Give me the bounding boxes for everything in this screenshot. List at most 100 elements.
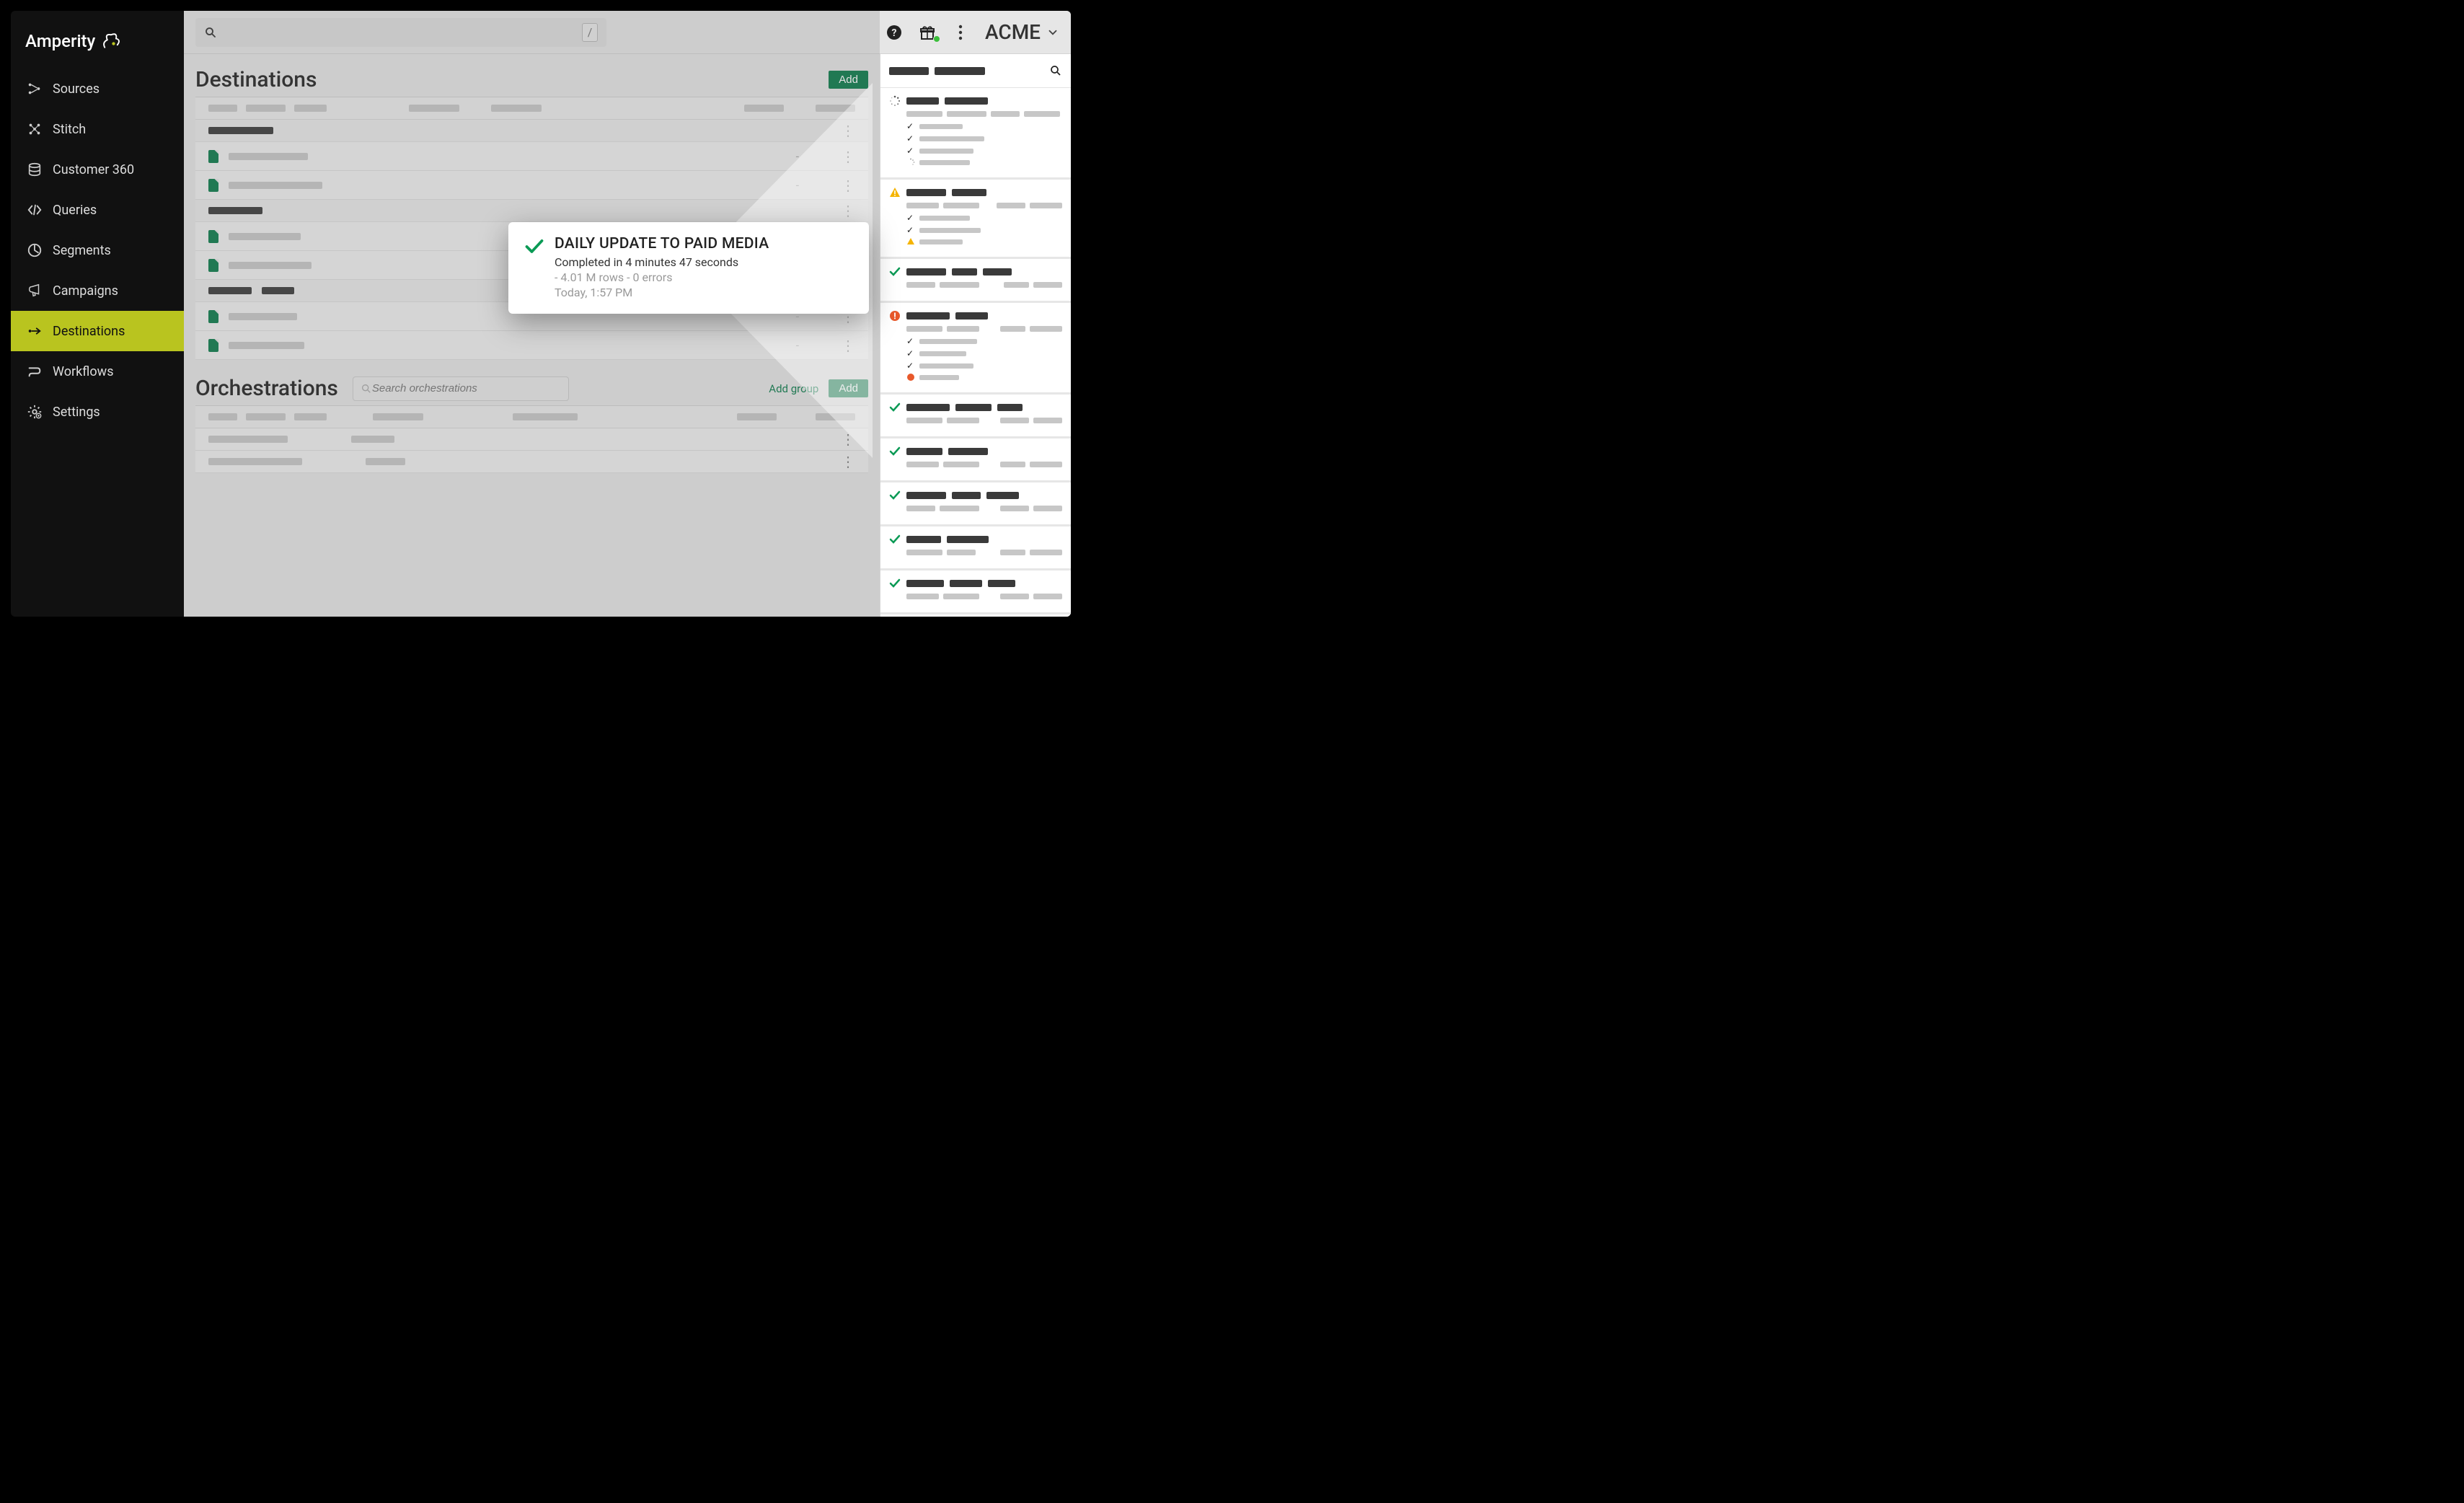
topbar-right: ? ACME	[886, 20, 1059, 44]
activity-card[interactable]	[880, 259, 1071, 303]
check-icon	[889, 446, 901, 457]
nav-label: Campaigns	[53, 283, 118, 299]
check-icon	[889, 490, 901, 501]
table-group-header[interactable]: ⋮	[195, 200, 868, 222]
campaigns-icon	[27, 283, 43, 299]
check-icon: ✓	[906, 146, 915, 156]
nav-label: Queries	[53, 203, 97, 218]
help-button[interactable]: ?	[886, 24, 903, 41]
brand-logo-icon	[101, 31, 121, 51]
check-icon: ✓	[906, 121, 915, 131]
activity-card[interactable]: ✓ ✓	[880, 180, 1071, 259]
file-icon	[208, 150, 218, 163]
add-destination-button[interactable]: Add	[829, 71, 868, 89]
gear-icon	[27, 404, 43, 420]
nav-label: Workflows	[53, 364, 114, 379]
sidebar: Amperity Sources Stitch Customer 360 Que…	[11, 11, 184, 617]
check-icon: ✓	[906, 361, 915, 371]
tenant-name: ACME	[985, 20, 1041, 44]
file-icon	[208, 259, 218, 272]
nav-settings[interactable]: Settings	[11, 392, 184, 432]
check-icon: ✓	[906, 225, 915, 235]
tenant-switcher[interactable]: ACME	[985, 20, 1059, 44]
file-icon	[208, 230, 218, 243]
check-icon: ✓	[906, 213, 915, 223]
database-icon	[27, 162, 43, 177]
brand: Amperity	[11, 24, 184, 69]
spinner-icon	[906, 158, 915, 167]
kebab-icon	[958, 25, 963, 40]
check-icon	[889, 266, 901, 278]
destinations-icon	[27, 323, 43, 339]
nav-customer-360[interactable]: Customer 360	[11, 149, 184, 190]
table-row[interactable]: ⋮	[195, 451, 868, 473]
table-group-header[interactable]: ⋮	[195, 120, 868, 142]
error-icon	[889, 310, 901, 322]
activity-panel: ✓ ✓ ✓ ✓ ✓	[880, 54, 1071, 617]
activity-card[interactable]: ✓ ✓ ✓	[880, 88, 1071, 180]
activity-detail-callout: DAILY UPDATE TO PAID MEDIA Completed in …	[508, 222, 869, 314]
workflows-icon	[27, 363, 43, 379]
chevron-down-icon	[1046, 26, 1059, 39]
activity-card[interactable]	[880, 526, 1071, 570]
code-icon	[27, 202, 43, 218]
content: Destinations Add	[184, 54, 1071, 617]
check-icon	[889, 534, 901, 545]
empty-cell: -	[796, 149, 799, 163]
activity-card[interactable]	[880, 395, 1071, 438]
app-shell: Amperity Sources Stitch Customer 360 Que…	[11, 11, 1071, 617]
topbar: / ? ACME	[184, 11, 1071, 54]
global-search[interactable]: /	[195, 18, 606, 47]
orchestrations-title: Orchestrations	[195, 376, 338, 401]
notification-dot	[933, 35, 940, 43]
table-row[interactable]: - ⋮	[195, 142, 868, 171]
orchestrations-header: Orchestrations Add group Add	[195, 376, 868, 401]
activity-card[interactable]	[880, 482, 1071, 526]
orchestrations-search[interactable]	[353, 376, 569, 401]
add-orchestration-button[interactable]: Add	[829, 379, 868, 397]
activity-card[interactable]	[880, 438, 1071, 482]
nav-label: Destinations	[53, 324, 125, 339]
activity-panel-header	[880, 54, 1071, 88]
nav-campaigns[interactable]: Campaigns	[11, 270, 184, 311]
search-icon	[361, 383, 372, 395]
nav-stitch[interactable]: Stitch	[11, 109, 184, 149]
check-icon: ✓	[906, 348, 915, 358]
warning-icon	[889, 187, 901, 198]
help-icon: ?	[886, 24, 903, 41]
table-row[interactable]: - ⋮	[195, 171, 868, 200]
table-row[interactable]: ⋮	[195, 428, 868, 451]
center-column: Destinations Add	[184, 54, 880, 617]
search-icon	[204, 26, 217, 39]
check-icon: ✓	[906, 133, 915, 144]
table-row[interactable]: - ⋮	[195, 331, 868, 360]
callout-completed: Completed in 4 minutes 47 seconds	[555, 255, 769, 269]
check-icon: ✓	[906, 336, 915, 346]
activity-card[interactable]: ✓ ✓ ✓	[880, 303, 1071, 395]
check-icon	[889, 402, 901, 413]
callout-meta: - 4.01 M rows - 0 errors	[555, 270, 769, 284]
table-header	[195, 97, 868, 120]
orchestrations-search-input[interactable]	[372, 382, 561, 395]
global-search-input[interactable]	[217, 26, 582, 38]
activity-card[interactable]	[880, 570, 1071, 614]
nav-segments[interactable]: Segments	[11, 230, 184, 270]
whats-new-button[interactable]	[919, 24, 936, 41]
nav-workflows[interactable]: Workflows	[11, 351, 184, 392]
nav-label: Sources	[53, 81, 100, 97]
callout-body: DAILY UPDATE TO PAID MEDIA Completed in …	[555, 235, 769, 299]
add-group-link[interactable]: Add group	[769, 382, 818, 395]
more-menu-button[interactable]	[952, 24, 969, 41]
destinations-title: Destinations	[195, 67, 317, 92]
destinations-header: Destinations Add	[195, 67, 868, 92]
main-area: / ? ACME	[184, 11, 1071, 617]
nav-destinations[interactable]: Destinations	[11, 311, 184, 351]
nav-sources[interactable]: Sources	[11, 69, 184, 109]
search-icon[interactable]	[1049, 64, 1062, 77]
check-icon	[889, 578, 901, 589]
nav-queries[interactable]: Queries	[11, 190, 184, 230]
nav-label: Stitch	[53, 122, 86, 137]
check-icon	[524, 237, 544, 257]
file-icon	[208, 179, 218, 192]
segments-icon	[27, 242, 43, 258]
